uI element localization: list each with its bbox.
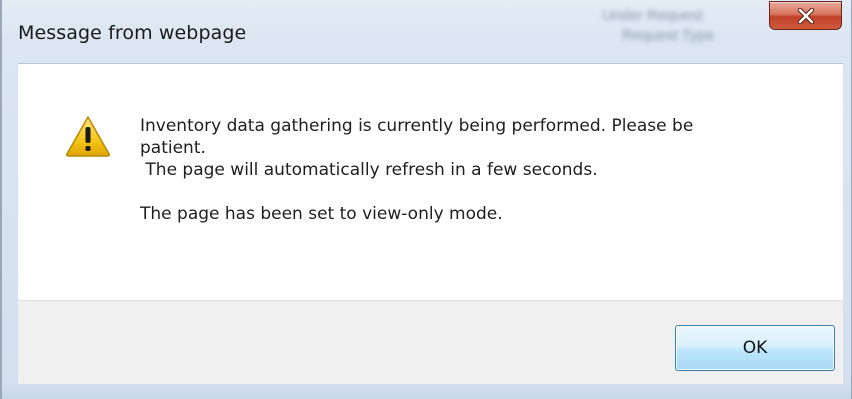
window-bottom-border [2, 384, 851, 399]
message-line-3: The page will automatically refresh in a… [140, 160, 598, 180]
message-secondary: The page has been set to view-only mode. [140, 204, 503, 224]
button-bar: OK [18, 300, 843, 384]
close-icon [797, 7, 814, 24]
message-text: Inventory data gathering is currently be… [140, 115, 820, 225]
message-line-1: Inventory data gathering is currently be… [140, 116, 694, 136]
message-dialog: Under Request Request Type Message from … [0, 0, 852, 399]
message-spacer [140, 181, 820, 203]
message-line-2: patient. [140, 138, 206, 158]
close-button[interactable] [769, 1, 842, 30]
warning-icon [66, 116, 110, 157]
dialog-title: Message from webpage [18, 22, 247, 44]
ok-button[interactable]: OK [675, 325, 835, 371]
title-bar[interactable]: Message from webpage [2, 0, 851, 62]
message-area: Inventory data gathering is currently be… [18, 63, 843, 300]
